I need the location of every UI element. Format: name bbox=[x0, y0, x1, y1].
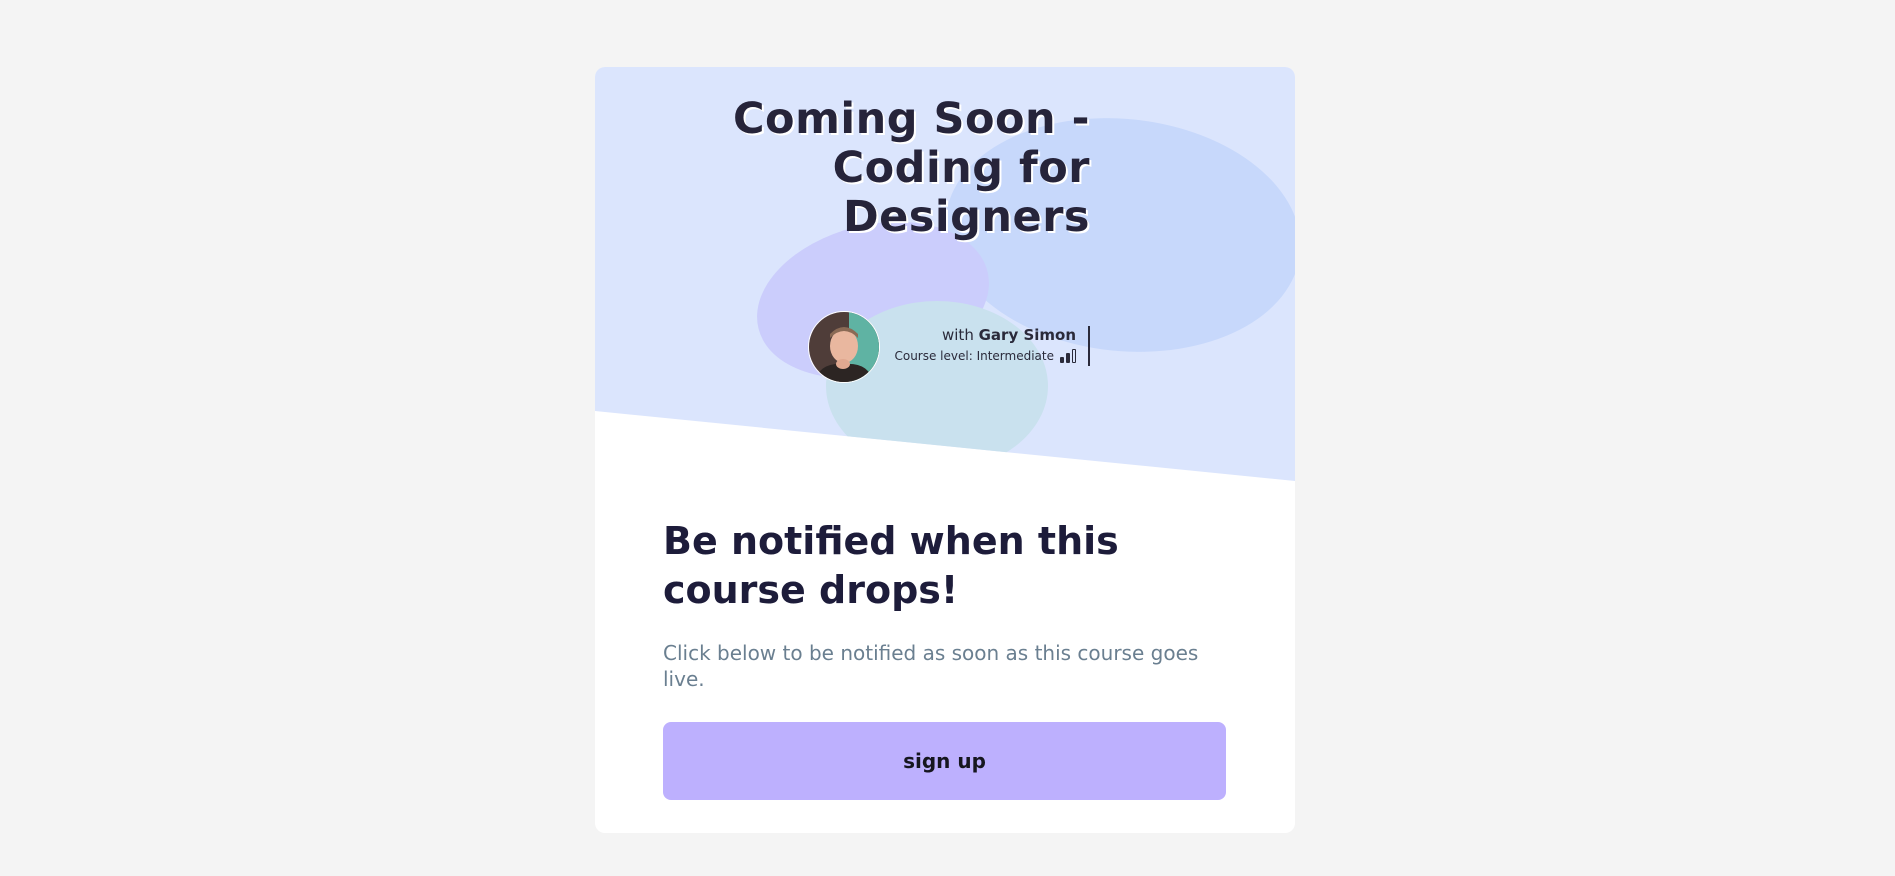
hero-banner: Coming Soon - Coding for Designers with … bbox=[595, 67, 1295, 481]
avatar bbox=[808, 311, 880, 383]
vertical-divider bbox=[1088, 326, 1090, 366]
course-level-label: Course level: Intermediate bbox=[894, 349, 1054, 363]
notify-subtext: Click below to be notified as soon as th… bbox=[663, 641, 1199, 691]
course-card: Coming Soon - Coding for Designers with … bbox=[595, 67, 1295, 833]
signup-button[interactable]: sign up bbox=[663, 722, 1226, 800]
course-title: Coming Soon - Coding for Designers bbox=[733, 94, 1090, 242]
level-bars-icon bbox=[1060, 349, 1076, 363]
instructor-line: with Gary Simon bbox=[894, 325, 1076, 345]
instructor-info: with Gary Simon Course level: Intermedia… bbox=[894, 325, 1076, 364]
course-level: Course level: Intermediate bbox=[894, 348, 1076, 364]
notify-headline: Be notified when this course drops! bbox=[663, 519, 1119, 612]
instructor-name: Gary Simon bbox=[978, 326, 1076, 344]
instructor-photo-icon bbox=[809, 312, 879, 382]
instructor-prefix: with bbox=[942, 326, 974, 344]
notify-section: Be notified when this course drops! Clic… bbox=[663, 517, 1228, 800]
